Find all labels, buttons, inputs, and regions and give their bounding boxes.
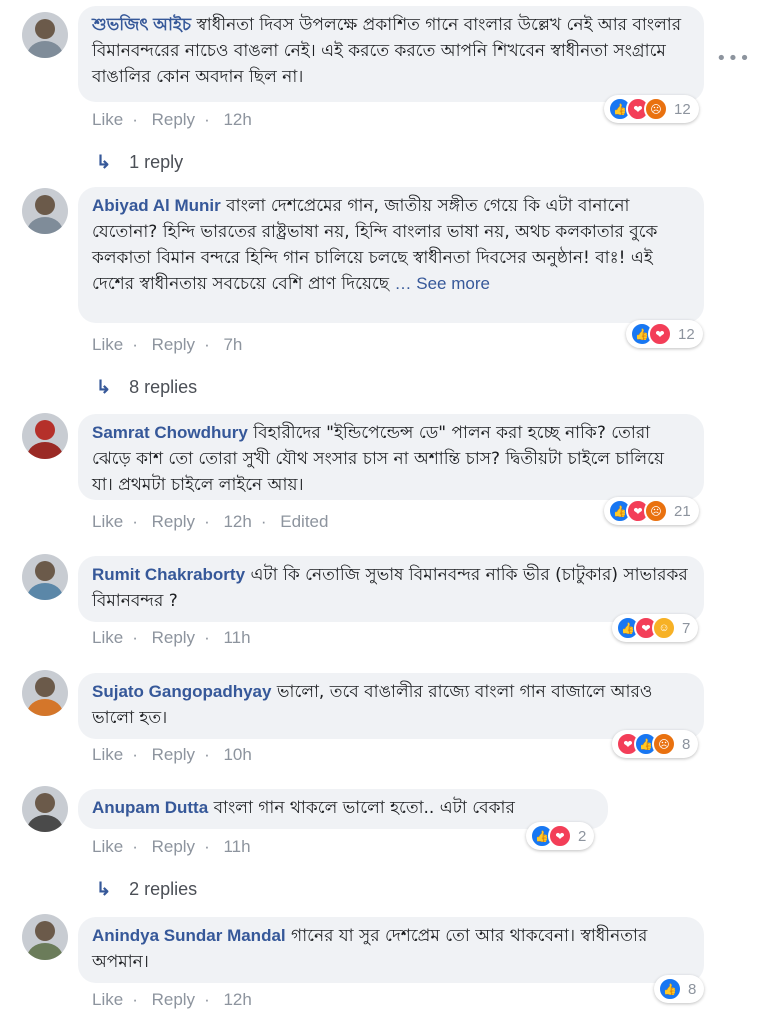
like-link[interactable]: Like: [92, 628, 123, 647]
avatar[interactable]: [22, 188, 68, 234]
comment-author[interactable]: Sujato Gangopadhyay: [92, 682, 271, 701]
reaction-summary[interactable]: 👍 ❤ ☺ 7: [612, 614, 699, 642]
reply-link[interactable]: Reply: [152, 628, 195, 647]
reply-link[interactable]: Reply: [152, 110, 195, 129]
reaction-count: 7: [682, 619, 691, 637]
reaction-summary[interactable]: 👍 8: [654, 975, 705, 1003]
angry-icon: ☹: [652, 732, 676, 756]
avatar[interactable]: [22, 413, 68, 459]
reply-link[interactable]: Reply: [152, 512, 195, 531]
comment-actions: Like · Reply · 11h: [92, 837, 251, 856]
avatar[interactable]: [22, 786, 68, 832]
comment-options-icon[interactable]: •••: [716, 48, 751, 69]
see-more-link[interactable]: … See more: [395, 274, 490, 293]
reply-link[interactable]: Reply: [152, 745, 195, 764]
reaction-summary[interactable]: 👍 ❤ 2: [526, 822, 595, 850]
comment-author[interactable]: Samrat Chowdhury: [92, 423, 248, 442]
haha-icon: ☺: [652, 616, 676, 640]
reply-arrow-icon: ↳: [96, 879, 112, 899]
comment-timestamp[interactable]: 12h: [223, 990, 251, 1009]
comment-bubble: Rumit Chakraborty এটা কি নেতাজি সুভাষ বি…: [78, 556, 704, 622]
comment-author[interactable]: শুভজিৎ আইচ: [92, 15, 191, 34]
view-replies-link[interactable]: ↳ 2 replies: [96, 879, 197, 900]
reaction-summary[interactable]: 👍 ❤ ☹ 21: [604, 497, 699, 525]
like-link[interactable]: Like: [92, 745, 123, 764]
edited-label[interactable]: Edited: [280, 512, 328, 531]
avatar[interactable]: [22, 12, 68, 58]
reaction-summary[interactable]: 👍 ❤ 12: [626, 320, 703, 348]
comment-timestamp[interactable]: 7h: [223, 335, 242, 354]
comment-text: বাংলা গান থাকলে ভালো হতো.. এটা বেকার: [213, 798, 515, 818]
comment-author[interactable]: Anindya Sundar Mandal: [92, 926, 286, 945]
view-replies-link[interactable]: ↳ 8 replies: [96, 377, 197, 398]
comment-bubble: Sujato Gangopadhyay ভালো, তবে বাঙালীর রা…: [78, 673, 704, 739]
comment-timestamp[interactable]: 10h: [223, 745, 251, 764]
like-link[interactable]: Like: [92, 512, 123, 531]
comment-actions: Like · Reply · 11h: [92, 628, 251, 647]
avatar[interactable]: [22, 670, 68, 716]
reaction-count: 8: [688, 980, 697, 998]
like-link[interactable]: Like: [92, 335, 123, 354]
reaction-count: 21: [674, 502, 691, 520]
comment-bubble: Anupam Dutta বাংলা গান থাকলে ভালো হতো.. …: [78, 789, 608, 829]
reaction-count: 8: [682, 735, 691, 753]
comment-actions: Like · Reply · 12h: [92, 110, 252, 129]
love-icon: ❤: [548, 824, 572, 848]
like-link[interactable]: Like: [92, 837, 123, 856]
avatar[interactable]: [22, 554, 68, 600]
reply-link[interactable]: Reply: [152, 837, 195, 856]
comment-bubble: Anindya Sundar Mandal গানের যা সুর দেশপ্…: [78, 917, 704, 983]
comment-author[interactable]: Abiyad Al Munir: [92, 196, 221, 215]
comment-timestamp[interactable]: 11h: [223, 837, 250, 856]
reply-arrow-icon: ↳: [96, 377, 112, 397]
like-link[interactable]: Like: [92, 110, 123, 129]
like-icon: 👍: [658, 977, 682, 1001]
reaction-count: 12: [678, 325, 695, 343]
reaction-summary[interactable]: 👍 ❤ ☹ 12: [604, 95, 699, 123]
comment-bubble: Samrat Chowdhury বিহারীদের "ইন্ডিপেন্ডেন…: [78, 414, 704, 500]
comment-actions: Like · Reply · 12h: [92, 990, 252, 1009]
angry-icon: ☹: [644, 499, 668, 523]
comment-bubble: শুভজিৎ আইচ স্বাধীনতা দিবস উপলক্ষে প্রকাশ…: [78, 6, 704, 102]
reaction-count: 2: [578, 827, 587, 845]
comment-timestamp[interactable]: 11h: [223, 628, 250, 647]
avatar[interactable]: [22, 914, 68, 960]
comment-bubble: Abiyad Al Munir বাংলা দেশপ্রেমের গান, জা…: [78, 187, 704, 323]
view-replies-link[interactable]: ↳ 1 reply: [96, 152, 183, 173]
reply-link[interactable]: Reply: [152, 990, 195, 1009]
comment-actions: Like · Reply · 10h: [92, 745, 252, 764]
comment-author[interactable]: Rumit Chakraborty: [92, 565, 245, 584]
like-link[interactable]: Like: [92, 990, 123, 1009]
comment-timestamp[interactable]: 12h: [223, 512, 251, 531]
comment-actions: Like · Reply · 7h: [92, 335, 243, 354]
angry-icon: ☹: [644, 97, 668, 121]
reply-arrow-icon: ↳: [96, 152, 112, 172]
comment-timestamp[interactable]: 12h: [223, 110, 251, 129]
comment-author[interactable]: Anupam Dutta: [92, 798, 208, 817]
reaction-count: 12: [674, 100, 691, 118]
love-icon: ❤: [648, 322, 672, 346]
reply-link[interactable]: Reply: [152, 335, 195, 354]
reaction-summary[interactable]: ❤ 👍 ☹ 8: [612, 730, 699, 758]
comment-actions: Like · Reply · 12h · Edited: [92, 512, 329, 531]
